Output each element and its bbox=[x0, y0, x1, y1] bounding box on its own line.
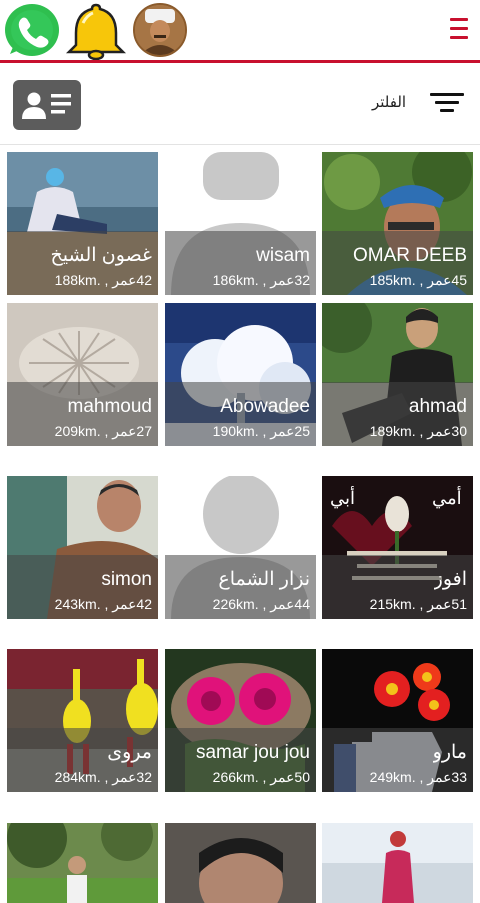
profile-meta: 42عمر , .188km bbox=[54, 272, 152, 288]
profile-age: 32عمر bbox=[270, 272, 310, 288]
profile-meta: 32عمر , .284km bbox=[54, 769, 152, 785]
profile-photo bbox=[165, 823, 316, 903]
profile-distance: .249km bbox=[369, 769, 416, 785]
user-avatar[interactable] bbox=[133, 3, 187, 57]
svg-text:أمي: أمي bbox=[432, 486, 462, 509]
profile-age: 42عمر bbox=[112, 596, 152, 612]
bell-icon[interactable] bbox=[63, 1, 129, 61]
whatsapp-icon[interactable] bbox=[2, 2, 62, 60]
filter-label[interactable]: الفلتر bbox=[372, 93, 406, 111]
profile-age: 44عمر bbox=[270, 596, 310, 612]
profile-name: غصون الشيخ bbox=[50, 245, 152, 266]
profile-age: 25عمر bbox=[270, 423, 310, 439]
profile-name: Abowadee bbox=[220, 396, 310, 417]
profile-card[interactable]: ahmad 30عمر , .189km bbox=[322, 303, 473, 446]
profile-card[interactable]: Abowadee 25عمر , .190km bbox=[165, 303, 316, 446]
profile-card[interactable]: غصون الشيخ 42عمر , .188km bbox=[7, 152, 158, 295]
profile-distance: .266km bbox=[212, 769, 259, 785]
profile-name: mahmoud bbox=[67, 396, 153, 417]
profile-meta: 50عمر , .266km bbox=[212, 769, 310, 785]
profile-name: مروى bbox=[107, 742, 152, 763]
profile-distance: .215km bbox=[369, 596, 416, 612]
profile-card[interactable]: مروى 32عمر , .284km bbox=[7, 649, 158, 792]
profile-age: 32عمر bbox=[112, 769, 152, 785]
profile-name: OMAR DEEB bbox=[352, 245, 467, 266]
profile-card[interactable] bbox=[322, 823, 473, 903]
profile-age: 42عمر bbox=[112, 272, 152, 288]
profile-meta: 33عمر , .249km bbox=[369, 769, 467, 785]
profile-name: samar jou jou bbox=[195, 742, 310, 763]
profile-name: simon bbox=[101, 569, 152, 590]
profile-card[interactable]: أمي أبي افوز 51عمر , .215km bbox=[322, 476, 473, 619]
profile-card[interactable]: نزار الشماع 44عمر , .226km bbox=[165, 476, 316, 619]
profile-age: 33عمر bbox=[427, 769, 467, 785]
profile-meta: 30عمر , .189km bbox=[369, 423, 467, 439]
profile-card[interactable]: OMAR DEEB 45عمر , .185km bbox=[322, 152, 473, 295]
svg-text:أبي: أبي bbox=[330, 486, 355, 509]
profile-distance: .190km bbox=[212, 423, 259, 439]
top-bar bbox=[0, 0, 480, 63]
filter-lines-icon[interactable] bbox=[430, 93, 464, 117]
profile-name: ahmad bbox=[408, 396, 467, 417]
profile-age: 45عمر bbox=[427, 272, 467, 288]
profile-name: wisam bbox=[256, 245, 310, 266]
filter-bar: الفلتر bbox=[0, 63, 480, 145]
profile-name: نزار الشماع bbox=[218, 569, 310, 590]
profile-card[interactable] bbox=[165, 823, 316, 903]
profile-distance: .209km bbox=[54, 423, 101, 439]
profile-distance: .188km bbox=[54, 272, 101, 288]
profile-card[interactable]: simon 42عمر , .243km bbox=[7, 476, 158, 619]
profile-meta: 51عمر , .215km bbox=[369, 596, 467, 612]
profile-age: 51عمر bbox=[427, 596, 467, 612]
contact-card-icon bbox=[22, 92, 71, 119]
profile-age: 30عمر bbox=[427, 423, 467, 439]
profile-name: افوز bbox=[433, 569, 467, 590]
profile-distance: .189km bbox=[369, 423, 416, 439]
profile-card[interactable] bbox=[7, 823, 158, 903]
profile-distance: .186km bbox=[212, 272, 259, 288]
menu-icon[interactable] bbox=[448, 18, 472, 42]
profile-photo bbox=[7, 823, 158, 903]
profile-distance: .226km bbox=[212, 596, 259, 612]
profile-age: 50عمر bbox=[270, 769, 310, 785]
profile-meta: 42عمر , .243km bbox=[54, 596, 152, 612]
profile-distance: .284km bbox=[54, 769, 101, 785]
profile-meta: 32عمر , .186km bbox=[212, 272, 310, 288]
profile-age: 27عمر bbox=[112, 423, 152, 439]
profile-distance: .243km bbox=[54, 596, 101, 612]
profile-meta: 44عمر , .226km bbox=[212, 596, 310, 612]
profile-meta: 27عمر , .209km bbox=[54, 423, 152, 439]
profile-card[interactable]: samar jou jou 50عمر , .266km bbox=[165, 649, 316, 792]
profile-card[interactable]: mahmoud 27عمر , .209km bbox=[7, 303, 158, 446]
contact-card-button[interactable] bbox=[13, 80, 81, 130]
profile-distance: .185km bbox=[369, 272, 416, 288]
profile-meta: 45عمر , .185km bbox=[369, 272, 467, 288]
profile-name: مارو bbox=[432, 742, 467, 763]
profile-meta: 25عمر , .190km bbox=[212, 423, 310, 439]
profile-photo bbox=[322, 823, 473, 903]
profile-card[interactable]: مارو 33عمر , .249km bbox=[322, 649, 473, 792]
profile-card[interactable]: wisam 32عمر , .186km bbox=[165, 152, 316, 295]
